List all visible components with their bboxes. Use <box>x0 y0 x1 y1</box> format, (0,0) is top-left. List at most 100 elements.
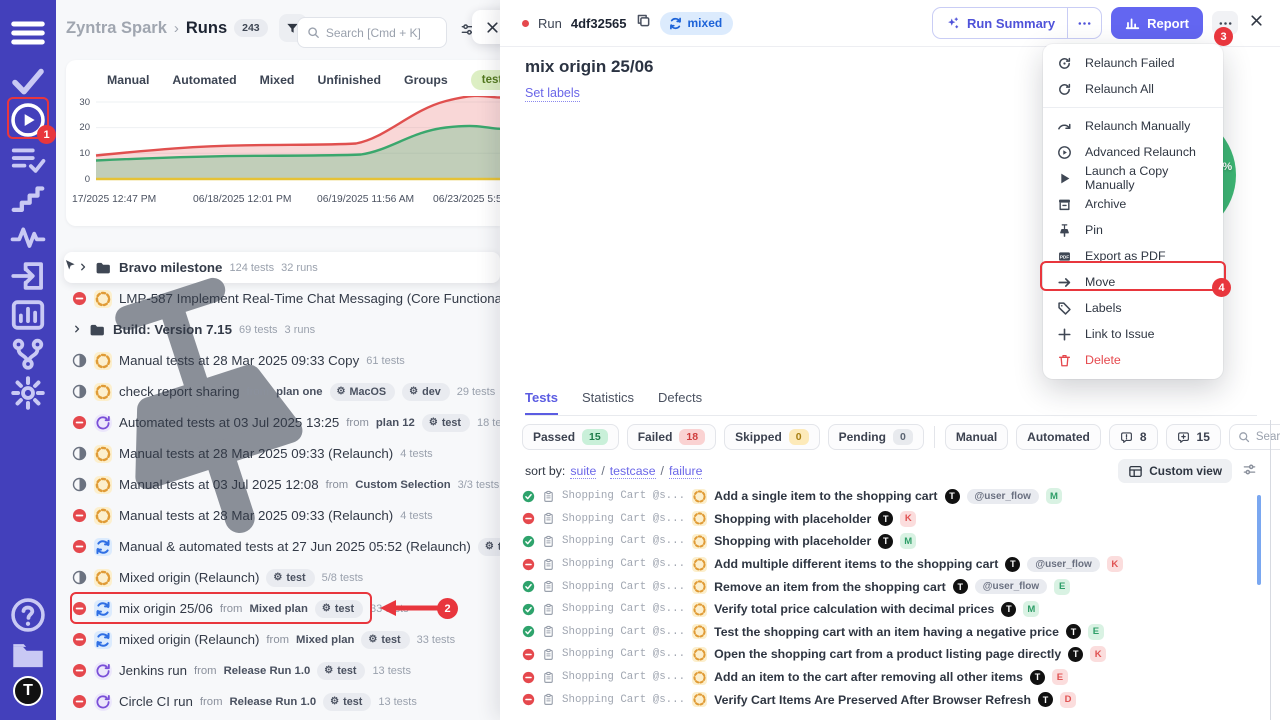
filter-automated[interactable]: Automated <box>1016 424 1101 450</box>
run-from-value[interactable]: Custom Selection <box>355 479 450 491</box>
comments-filter-button[interactable]: 8 <box>1109 424 1158 450</box>
menu-item-labels[interactable]: Labels <box>1043 295 1223 321</box>
sort-by-suite[interactable]: suite <box>570 464 596 479</box>
run-row[interactable]: Manual & automated tests at 27 Jun 2025 … <box>56 531 500 562</box>
test-tag-badge[interactable]: @user_flow <box>975 579 1047 594</box>
list-settings-button[interactable] <box>1242 462 1257 480</box>
menu-item-archive[interactable]: Archive <box>1043 191 1223 217</box>
sidebar-pulse-icon[interactable] <box>9 218 47 256</box>
run-row[interactable]: Manual tests at 03 Jul 2025 12:08fromCus… <box>56 469 500 500</box>
run-row[interactable]: Manual tests at 28 Mar 2025 09:33 Copy61… <box>56 345 500 376</box>
run-row[interactable]: Jenkins runfromRelease Run 1.0⚙test13 te… <box>56 655 500 686</box>
tag-filter-badge[interactable]: test work <box>471 70 500 90</box>
assignee-avatar[interactable]: T <box>1005 557 1020 572</box>
tab-statistics[interactable]: Statistics <box>582 390 634 415</box>
test-row[interactable]: Shopping Cart @s...Shopping with placeho… <box>500 508 1260 531</box>
sidebar-check-icon[interactable] <box>9 62 47 100</box>
sidebar-stairs-icon[interactable] <box>9 179 47 217</box>
search-input[interactable] <box>326 26 437 40</box>
test-row[interactable]: Shopping Cart @s...Remove an item from t… <box>500 575 1260 598</box>
assignee-avatar[interactable]: T <box>953 579 968 594</box>
assignee-avatar[interactable]: T <box>1038 692 1053 707</box>
menu-item-relaunch-all[interactable]: Relaunch All <box>1043 76 1223 102</box>
scrollbar-thumb[interactable] <box>1257 495 1261 585</box>
menu-item-advanced-relaunch[interactable]: Advanced Relaunch <box>1043 139 1223 165</box>
tab-groups[interactable]: Groups <box>404 73 448 87</box>
menu-item-relaunch-manually[interactable]: Relaunch Manually <box>1043 113 1223 139</box>
sidebar-user-avatar[interactable]: T <box>13 676 43 706</box>
chevron-right-icon[interactable] <box>78 261 88 275</box>
menu-item-pin[interactable]: Pin <box>1043 217 1223 243</box>
sort-by-testcase[interactable]: testcase <box>610 464 656 479</box>
assignee-avatar[interactable]: T <box>878 534 893 549</box>
tab-defects[interactable]: Defects <box>658 390 702 415</box>
run-row[interactable]: Manual tests at 28 Mar 2025 09:33 (Relau… <box>56 500 500 531</box>
assignee-avatar[interactable]: T <box>1066 624 1081 639</box>
sidebar-menu-icon[interactable] <box>9 14 47 52</box>
assignee-avatar[interactable]: T <box>878 511 893 526</box>
custom-view-button[interactable]: Custom view <box>1118 459 1232 483</box>
run-summary-button[interactable]: Run Summary <box>932 7 1102 39</box>
run-from-value[interactable]: Release Run 1.0 <box>224 665 311 677</box>
close-run-button[interactable] <box>1247 11 1266 35</box>
menu-item-delete[interactable]: Delete <box>1043 347 1223 373</box>
test-row[interactable]: Shopping Cart @s...Add a single item to … <box>500 485 1260 508</box>
test-row[interactable]: Shopping Cart @s...Verify Cart Items Are… <box>500 688 1260 711</box>
menu-item-move[interactable]: Move <box>1043 269 1223 295</box>
menu-item-relaunch-failed[interactable]: Relaunch Failed <box>1043 50 1223 76</box>
sidebar-sign-in-icon[interactable] <box>9 257 47 295</box>
sidebar-gear-icon[interactable] <box>9 374 47 412</box>
test-tag-badge[interactable]: @user_flow <box>1027 557 1099 572</box>
test-row[interactable]: Shopping Cart @s...Add an item to the ca… <box>500 666 1260 689</box>
filter-passed[interactable]: Passed15 <box>522 424 619 450</box>
filter-manual[interactable]: Manual <box>945 424 1008 450</box>
run-from-value[interactable]: plan one <box>276 386 322 398</box>
run-row[interactable]: mixed origin (Relaunch)fromMixed plan⚙te… <box>56 624 500 655</box>
test-row[interactable]: Shopping Cart @s...Open the shopping car… <box>500 643 1260 666</box>
sidebar-list-check-icon[interactable] <box>9 140 47 178</box>
run-row[interactable]: Manual tests at 28 Mar 2025 09:33 (Relau… <box>56 438 500 469</box>
sidebar-branch-icon[interactable] <box>9 335 47 373</box>
assignee-avatar[interactable]: T <box>1001 602 1016 617</box>
run-row[interactable]: Mixed origin (Relaunch)⚙test5/8 tests <box>56 562 500 593</box>
report-button[interactable]: Report <box>1111 7 1203 39</box>
test-row[interactable]: Shopping Cart @s...Test the shopping car… <box>500 621 1260 644</box>
run-from-value[interactable]: Mixed plan <box>249 603 307 615</box>
sidebar-folder-icon[interactable] <box>9 636 47 674</box>
tests-search-input[interactable] <box>1256 431 1280 443</box>
copy-run-id-button[interactable] <box>636 13 651 33</box>
run-type-badge[interactable]: mixed <box>660 12 734 35</box>
run-row[interactable]: Circle CI runfromRelease Run 1.0⚙test13 … <box>56 686 500 717</box>
run-from-value[interactable]: Mixed plan <box>296 634 354 646</box>
test-tag-badge[interactable]: @user_flow <box>967 489 1039 504</box>
run-summary-more-button[interactable] <box>1067 8 1101 38</box>
breadcrumb-project[interactable]: Zyntra Spark <box>66 19 167 38</box>
test-row[interactable]: Shopping Cart @s...Shopping with placeho… <box>500 530 1260 553</box>
assignee-avatar[interactable]: T <box>1068 647 1083 662</box>
folder-row[interactable]: Build: Version 7.1569 tests3 runs <box>56 314 500 345</box>
run-row[interactable]: mix origin 25/06fromMixed plan⚙test33 te… <box>56 593 500 624</box>
assignee-avatar[interactable]: T <box>1030 670 1045 685</box>
sidebar-bar-chart-icon[interactable] <box>9 296 47 334</box>
run-row[interactable]: Automated tests at 03 Jul 2025 13:25from… <box>56 407 500 438</box>
assignee-avatar[interactable]: T <box>945 489 960 504</box>
tab-manual[interactable]: Manual <box>107 73 149 87</box>
filter-skipped[interactable]: Skipped0 <box>724 424 820 450</box>
test-row[interactable]: Shopping Cart @s...Verify total price ca… <box>500 598 1260 621</box>
menu-item-export-as-pdf[interactable]: PDFExport as PDF <box>1043 243 1223 269</box>
run-row[interactable]: LMP-587 Implement Real-Time Chat Messagi… <box>56 283 500 314</box>
menu-item-launch-a-copy-manually[interactable]: Launch a Copy Manually <box>1043 165 1223 191</box>
sort-by-failure[interactable]: failure <box>669 464 703 479</box>
folder-row[interactable]: Bravo milestone124 tests32 runs <box>64 252 500 283</box>
set-labels-link[interactable]: Set labels <box>525 86 580 102</box>
filter-pending[interactable]: Pending0 <box>828 424 924 450</box>
test-row[interactable]: Shopping Cart @s...Add multiple differen… <box>500 553 1260 576</box>
run-from-value[interactable]: plan 12 <box>376 417 415 429</box>
tab-mixed[interactable]: Mixed <box>260 73 295 87</box>
chevron-right-icon[interactable] <box>72 323 82 337</box>
run-from-value[interactable]: Release Run 1.0 <box>230 696 317 708</box>
tab-unfinished[interactable]: Unfinished <box>317 73 381 87</box>
tab-tests[interactable]: Tests <box>525 390 558 415</box>
comments-filter-button[interactable]: 15 <box>1166 424 1221 450</box>
run-row[interactable]: check report sharingfromplan one⚙MacOS⚙d… <box>56 376 500 407</box>
